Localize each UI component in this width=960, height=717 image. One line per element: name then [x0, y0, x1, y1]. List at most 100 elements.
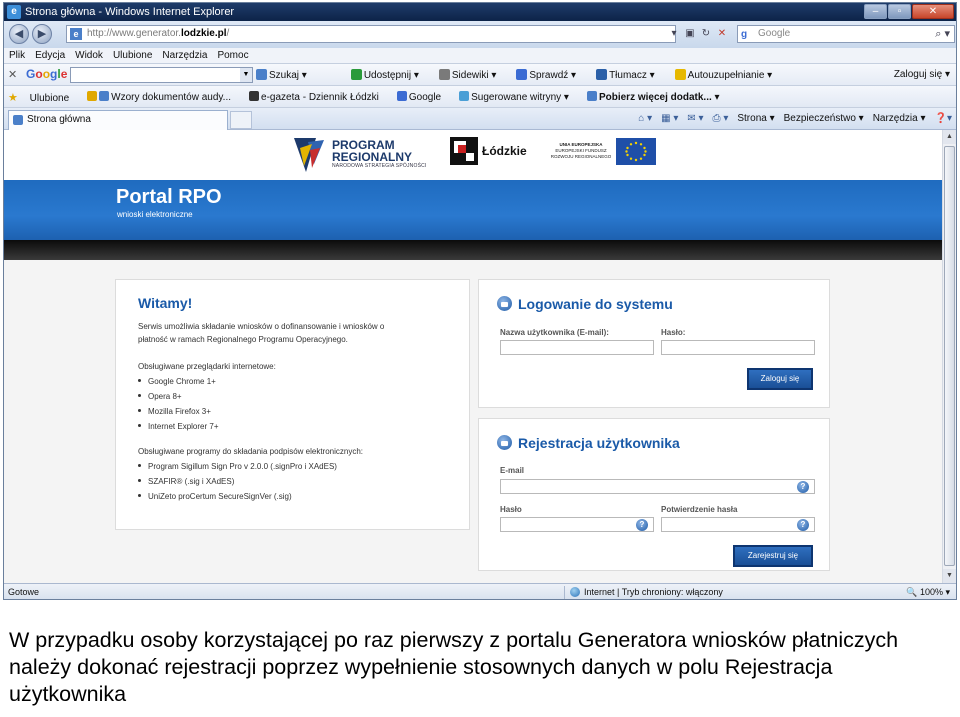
menu-favorites[interactable]: Ulubione: [108, 50, 157, 61]
window-controls: – ▫ ✕: [863, 4, 954, 19]
google-autofill-button[interactable]: Autouzupełnianie ▾: [674, 69, 783, 81]
dropdown-icon[interactable]: ▾: [666, 25, 682, 43]
google-signin-button[interactable]: Zaloguj się ▾: [894, 69, 950, 80]
lock-icon: [497, 296, 512, 311]
search-icon[interactable]: ⌕ ▾: [935, 26, 950, 42]
status-bar: Gotowe Internet | Tryb chroniony: włączo…: [4, 583, 956, 599]
close-toolbar-icon[interactable]: ✕: [8, 68, 17, 81]
back-button[interactable]: ◀: [9, 24, 29, 44]
program-title-2: REGIONALNY: [332, 150, 413, 164]
password-input[interactable]: [661, 340, 815, 355]
search-placeholder: Google: [758, 28, 791, 39]
zoom-control[interactable]: 🔍 100% ▾: [906, 587, 950, 598]
favorite-item[interactable]: e-gazeta - Dziennik Łódzki: [249, 91, 388, 104]
google-translate-button[interactable]: Tłumacz ▾: [596, 69, 665, 81]
tab-label: Strona główna: [27, 114, 91, 125]
security-zone[interactable]: Internet | Tryb chroniony: włączony: [570, 587, 723, 597]
menu-help[interactable]: Pomoc: [212, 50, 253, 61]
help-icon[interactable]: ❓▾: [935, 113, 952, 124]
program-subtitle: NARODOWA STRATEGIA SPÓJNOŚCI: [332, 163, 427, 169]
forward-button[interactable]: ▶: [32, 24, 52, 44]
star-icon: ★: [8, 92, 18, 104]
list-item: Program Sigillum Sign Pro v 2.0.0 (.sign…: [138, 462, 337, 471]
maximize-button[interactable]: ▫: [888, 4, 911, 19]
home-icon[interactable]: ⌂ ▾: [638, 113, 652, 124]
scroll-down-icon[interactable]: ▼: [943, 569, 956, 583]
scroll-thumb[interactable]: [944, 146, 955, 566]
close-button[interactable]: ✕: [912, 4, 954, 19]
browser-search-input[interactable]: g Google ⌕ ▾: [737, 25, 955, 43]
address-tools: ▾ ▣ ↻ ✕: [666, 25, 730, 43]
password-label: Hasło:: [661, 328, 686, 337]
url-suffix: /: [226, 28, 230, 39]
minimize-button[interactable]: –: [864, 4, 887, 19]
menu-edit[interactable]: Edycja: [30, 50, 70, 61]
portal-title: Portal RPO: [116, 186, 222, 208]
chevron-down-icon[interactable]: ▼: [240, 68, 252, 82]
login-title: Logowanie do systemu: [497, 296, 673, 312]
mail-icon[interactable]: ✉ ▾: [687, 113, 703, 124]
status-divider: [564, 586, 565, 599]
globe-icon: [570, 587, 580, 597]
menu-file[interactable]: Plik: [4, 50, 30, 61]
refresh-icon[interactable]: ↻: [698, 25, 714, 43]
title-bar: e Strona główna - Windows Internet Explo…: [4, 3, 956, 21]
print-icon[interactable]: ⎙ ▾: [713, 113, 729, 124]
username-label: Nazwa użytkownika (E-mail):: [500, 328, 609, 337]
new-tab-button[interactable]: [230, 111, 252, 129]
tools-menu[interactable]: Narzędzia ▾: [873, 113, 926, 124]
nav-strip: [4, 240, 942, 260]
google-search-button[interactable]: Szukaj ▾: [256, 69, 317, 81]
list-item: Opera 8+: [138, 392, 182, 401]
help-icon[interactable]: ?: [797, 481, 809, 493]
stop-icon[interactable]: ✕: [714, 25, 730, 43]
eu-label: UNIA EUROPEJSKA: [559, 142, 603, 147]
favorite-item[interactable]: Pobierz więcej dodatk... ▾: [586, 91, 729, 104]
email-field[interactable]: [500, 479, 815, 494]
google-sidewiki-button[interactable]: Sidewiki ▾: [438, 69, 506, 81]
help-icon[interactable]: ?: [636, 519, 648, 531]
favorites-button[interactable]: ★ Ulubione: [8, 91, 78, 104]
eu-flag-icon: [616, 138, 656, 165]
portal-subtitle: wnioski elektroniczne: [117, 210, 193, 219]
lodzkie-logo-icon: [450, 137, 478, 165]
tab-bar: Strona główna ⌂ ▾ ▦ ▾ ✉ ▾ ⎙ ▾ Strona ▾ B…: [4, 108, 956, 130]
page-menu[interactable]: Strona ▾: [737, 113, 774, 124]
menu-bar: Plik Edycja Widok Ulubione Narzędzia Pom…: [4, 48, 956, 64]
favorite-item[interactable]: Sugerowane witryny ▾: [459, 91, 578, 104]
list-item: Internet Explorer 7+: [138, 422, 218, 431]
safety-menu[interactable]: Bezpieczeństwo ▾: [784, 113, 864, 124]
google-search-input[interactable]: ▼: [70, 67, 253, 83]
eu-fund-label: EUROPEJSKI FUNDUSZ ROZWOJU REGIONALNEGO: [550, 148, 612, 159]
command-bar: ⌂ ▾ ▦ ▾ ✉ ▾ ⎙ ▾ Strona ▾ Bezpieczeństwo …: [629, 113, 952, 124]
reg-password-input[interactable]: [500, 517, 654, 532]
portal-banner: Portal RPO wnioski elektroniczne: [4, 180, 942, 240]
scroll-up-icon[interactable]: ▲: [943, 130, 956, 144]
favorite-item[interactable]: Wzory dokumentów audy...: [87, 91, 240, 104]
login-button[interactable]: Zaloguj się: [747, 368, 813, 390]
window-title: Strona główna - Windows Internet Explore…: [25, 6, 235, 18]
register-button[interactable]: Zarejestruj się: [733, 545, 813, 567]
status-text: Gotowe: [8, 587, 40, 597]
list-item: UniZeto proCertum SecureSignVer (.sig): [138, 492, 292, 501]
google-search-icon: g: [741, 29, 748, 40]
help-icon[interactable]: ?: [797, 519, 809, 531]
vertical-scrollbar[interactable]: ▲ ▼: [942, 130, 956, 583]
program-regionalny-logo-icon: [294, 138, 324, 172]
favorite-item[interactable]: Google: [396, 91, 450, 104]
browser-window: e Strona główna - Windows Internet Explo…: [3, 2, 957, 600]
google-spellcheck-button[interactable]: Sprawdź ▾: [516, 69, 586, 81]
menu-view[interactable]: Widok: [70, 50, 108, 61]
page-favicon-icon: e: [70, 28, 82, 40]
google-share-button[interactable]: Udostępnij ▾: [350, 69, 429, 81]
confirm-password-label: Potwierdzenie hasła: [661, 505, 738, 514]
address-input[interactable]: e http://www.generator.lodzkie.pl/: [66, 25, 676, 43]
compatibility-icon[interactable]: ▣: [682, 25, 698, 43]
google-tools: Szukaj ▾ Udostępnij ▾ Sidewiki ▾ Sprawdź…: [256, 69, 792, 81]
menu-tools[interactable]: Narzędzia: [157, 50, 212, 61]
feeds-icon[interactable]: ▦ ▾: [661, 113, 678, 124]
tab-home[interactable]: Strona główna: [8, 110, 228, 130]
username-input[interactable]: [500, 340, 654, 355]
favorites-bar: ★ Ulubione Wzory dokumentów audy... e-ga…: [4, 86, 956, 108]
confirm-password-input[interactable]: [661, 517, 815, 532]
